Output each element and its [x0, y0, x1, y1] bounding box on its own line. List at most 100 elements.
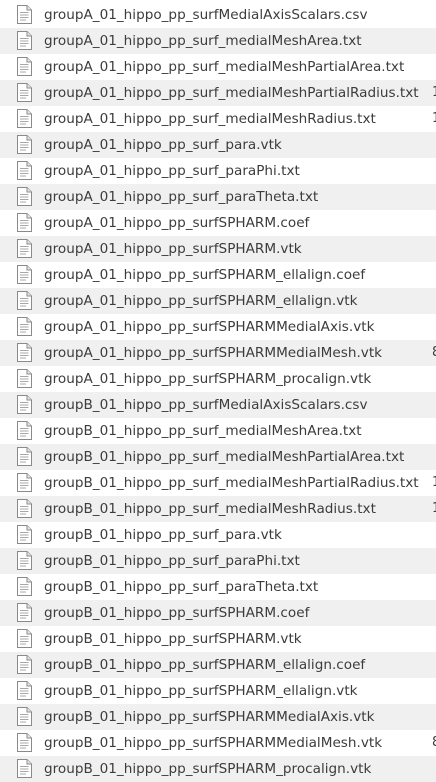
file-size: 1 [432, 80, 436, 106]
file-size [432, 756, 436, 782]
text-file-icon [17, 473, 32, 492]
file-name: groupA_01_hippo_pp_surf_paraPhi.txt [44, 163, 300, 179]
file-row[interactable]: groupB_01_hippo_pp_surfSPHARM_ellalign.v… [0, 678, 436, 704]
file-list: groupA_01_hippo_pp_surfMedialAxisScalars… [0, 0, 436, 782]
text-file-icon [17, 213, 32, 232]
file-name: groupB_01_hippo_pp_surf_medialMeshArea.t… [44, 423, 362, 439]
file-name: groupA_01_hippo_pp_surf_medialMeshRadius… [44, 111, 376, 127]
file-row[interactable]: groupA_01_hippo_pp_surf_medialMeshArea.t… [0, 28, 436, 54]
file-row[interactable]: groupA_01_hippo_pp_surf_para.vtk [0, 132, 436, 158]
file-name: groupB_01_hippo_pp_surf_medialMeshPartia… [44, 475, 419, 491]
file-row[interactable]: groupA_01_hippo_pp_surf_medialMeshPartia… [0, 54, 436, 80]
file-size [432, 262, 436, 288]
text-file-icon [17, 31, 32, 50]
file-row[interactable]: groupA_01_hippo_pp_surfSPHARM.coef [0, 210, 436, 236]
file-name: groupA_01_hippo_pp_surfSPHARM.vtk [44, 241, 302, 257]
text-file-icon [17, 265, 32, 284]
text-file-icon [17, 395, 32, 414]
file-size: 8 [432, 730, 436, 756]
file-size [432, 548, 436, 574]
file-name: groupA_01_hippo_pp_surf_medialMeshPartia… [44, 59, 405, 75]
file-size: 1 [432, 106, 436, 132]
file-size [432, 574, 436, 600]
text-file-icon [17, 369, 32, 388]
file-row[interactable]: groupA_01_hippo_pp_surfSPHARM.vtk [0, 236, 436, 262]
text-file-icon [17, 317, 32, 336]
file-size [432, 444, 436, 470]
text-file-icon [17, 525, 32, 544]
file-size [432, 366, 436, 392]
file-row[interactable]: groupB_01_hippo_pp_surf_paraTheta.txt [0, 574, 436, 600]
file-row[interactable]: groupA_01_hippo_pp_surfSPHARM_ellalign.v… [0, 288, 436, 314]
text-file-icon [17, 733, 32, 752]
file-size [432, 184, 436, 210]
file-row[interactable]: groupB_01_hippo_pp_surfSPHARM.coef [0, 600, 436, 626]
file-size [432, 158, 436, 184]
file-row[interactable]: groupA_01_hippo_pp_surfSPHARMMedialAxis.… [0, 314, 436, 340]
text-file-icon [17, 135, 32, 154]
file-row[interactable]: groupA_01_hippo_pp_surfSPHARM_procalign.… [0, 366, 436, 392]
file-size [432, 2, 436, 28]
file-name: groupA_01_hippo_pp_surf_medialMeshPartia… [44, 85, 419, 101]
file-row[interactable]: groupB_01_hippo_pp_surfSPHARM.vtk [0, 626, 436, 652]
text-file-icon [17, 57, 32, 76]
file-row[interactable]: groupB_01_hippo_pp_surfSPHARM_procalign.… [0, 756, 436, 782]
file-row[interactable]: groupB_01_hippo_pp_surfSPHARM_ellalign.c… [0, 652, 436, 678]
text-file-icon [17, 655, 32, 674]
file-name: groupB_01_hippo_pp_surfSPHARMMedialAxis.… [44, 709, 375, 725]
file-name: groupB_01_hippo_pp_surfSPHARMMedialMesh.… [44, 735, 383, 751]
file-size [432, 392, 436, 418]
file-size [432, 28, 436, 54]
file-row[interactable]: groupA_01_hippo_pp_surfSPHARM_ellalign.c… [0, 262, 436, 288]
file-name: groupB_01_hippo_pp_surf_para.vtk [44, 527, 282, 543]
file-row[interactable]: groupA_01_hippo_pp_surf_medialMeshPartia… [0, 80, 436, 106]
file-row[interactable]: groupB_01_hippo_pp_surfSPHARMMedialAxis.… [0, 704, 436, 730]
file-row[interactable]: groupB_01_hippo_pp_surf_medialMeshArea.t… [0, 418, 436, 444]
file-row[interactable]: groupB_01_hippo_pp_surfMedialAxisScalars… [0, 392, 436, 418]
file-size [432, 314, 436, 340]
file-name: groupB_01_hippo_pp_surf_paraTheta.txt [44, 579, 319, 595]
text-file-icon [17, 187, 32, 206]
text-file-icon [17, 83, 32, 102]
file-name: groupA_01_hippo_pp_surf_para.vtk [44, 137, 282, 153]
file-size: 1 [432, 496, 436, 522]
file-name: groupA_01_hippo_pp_surfSPHARM_procalign.… [44, 371, 372, 387]
file-row[interactable]: groupA_01_hippo_pp_surfMedialAxisScalars… [0, 2, 436, 28]
file-name: groupA_01_hippo_pp_surfSPHARMMedialAxis.… [44, 319, 375, 335]
text-file-icon [17, 603, 32, 622]
file-row[interactable]: groupB_01_hippo_pp_surf_medialMeshPartia… [0, 444, 436, 470]
text-file-icon [17, 629, 32, 648]
file-name: groupA_01_hippo_pp_surf_paraTheta.txt [44, 189, 319, 205]
text-file-icon [17, 5, 32, 24]
file-row[interactable]: groupA_01_hippo_pp_surf_medialMeshRadius… [0, 106, 436, 132]
file-name: groupB_01_hippo_pp_surf_medialMeshPartia… [44, 449, 405, 465]
file-name: groupB_01_hippo_pp_surfSPHARM.coef [44, 605, 310, 621]
file-name: groupB_01_hippo_pp_surfSPHARM_procalign.… [44, 761, 372, 777]
text-file-icon [17, 551, 32, 570]
file-size: 1 [432, 470, 436, 496]
file-size [432, 236, 436, 262]
text-file-icon [17, 109, 32, 128]
file-row[interactable]: groupA_01_hippo_pp_surfSPHARMMedialMesh.… [0, 340, 436, 366]
text-file-icon [17, 161, 32, 180]
file-row[interactable]: groupB_01_hippo_pp_surf_para.vtk [0, 522, 436, 548]
file-row[interactable]: groupB_01_hippo_pp_surf_paraPhi.txt [0, 548, 436, 574]
file-size [432, 288, 436, 314]
file-row[interactable]: groupA_01_hippo_pp_surf_paraTheta.txt [0, 184, 436, 210]
file-row[interactable]: groupB_01_hippo_pp_surfSPHARMMedialMesh.… [0, 730, 436, 756]
text-file-icon [17, 291, 32, 310]
file-size [432, 626, 436, 652]
file-name: groupB_01_hippo_pp_surf_paraPhi.txt [44, 553, 300, 569]
file-name: groupB_01_hippo_pp_surfSPHARM.vtk [44, 631, 302, 647]
text-file-icon [17, 577, 32, 596]
file-size [432, 132, 436, 158]
file-row[interactable]: groupA_01_hippo_pp_surf_paraPhi.txt [0, 158, 436, 184]
file-name: groupA_01_hippo_pp_surf_medialMeshArea.t… [44, 33, 362, 49]
file-row[interactable]: groupB_01_hippo_pp_surf_medialMeshRadius… [0, 496, 436, 522]
file-name: groupA_01_hippo_pp_surfSPHARM_ellalign.c… [44, 267, 366, 283]
file-size [432, 418, 436, 444]
text-file-icon [17, 707, 32, 726]
file-name: groupB_01_hippo_pp_surf_medialMeshRadius… [44, 501, 376, 517]
file-row[interactable]: groupB_01_hippo_pp_surf_medialMeshPartia… [0, 470, 436, 496]
file-size [432, 704, 436, 730]
